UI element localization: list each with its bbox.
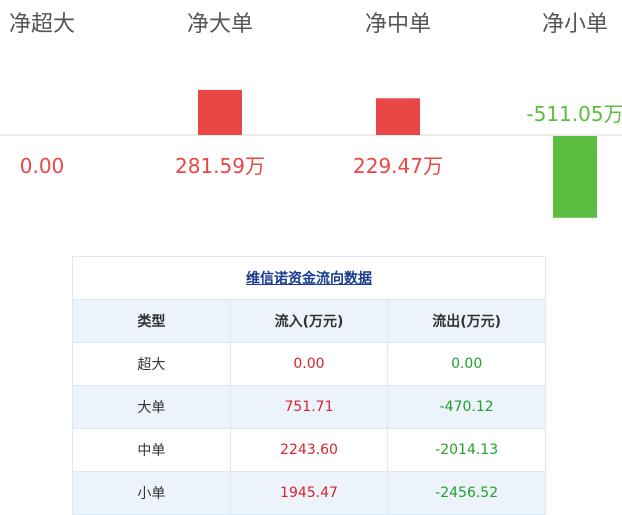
bar-2 <box>198 89 242 135</box>
category-label: 净大单 <box>187 12 253 37</box>
category-label: 净中单 <box>365 12 431 37</box>
value-label: -511.05万 <box>526 102 622 126</box>
row-inflow: 2243.60 <box>229 428 389 472</box>
row-outflow: -2014.13 <box>387 428 546 472</box>
header-outflow: 流出(万元) <box>387 299 546 343</box>
table-caption: 维信诺资金流向数据 <box>72 256 546 300</box>
table-row: 小单 1945.47 -2456.52 <box>72 471 546 515</box>
row-outflow: 0.00 <box>387 342 546 386</box>
table-title-link[interactable]: 维信诺资金流向数据 <box>246 271 372 287</box>
row-type: 大单 <box>72 385 231 429</box>
net-flow-chart: 净超大 0.00 净大单 281.59万 净中单 229.47万 净小单 -511.05万 <box>0 12 622 218</box>
table-row: 超大 0.00 0.00 <box>72 342 546 386</box>
row-type: 小单 <box>72 471 231 515</box>
table-header-row: 类型 流入(万元) 流出(万元) <box>72 299 546 343</box>
row-outflow: -2456.52 <box>387 471 546 515</box>
value-label: 281.59万 <box>175 154 265 178</box>
row-inflow: 0.00 <box>229 342 389 386</box>
category-label: 净小单 <box>542 12 608 37</box>
row-inflow: 1945.47 <box>229 471 389 515</box>
row-outflow: -470.12 <box>387 385 546 429</box>
row-inflow: 751.71 <box>229 385 389 429</box>
table-row: 中单 2243.60 -2014.13 <box>72 428 546 472</box>
fund-flow-table: 维信诺资金流向数据 类型 流入(万元) 流出(万元) 超大 0.00 0.00 … <box>72 256 546 515</box>
table-caption-row: 维信诺资金流向数据 <box>72 256 546 300</box>
row-type: 超大 <box>72 342 231 386</box>
table-row: 大单 751.71 -470.12 <box>72 385 546 429</box>
bar-4 <box>553 136 597 218</box>
value-label: 0.00 <box>20 154 65 178</box>
value-label: 229.47万 <box>353 154 443 178</box>
bar-3 <box>376 98 420 135</box>
header-inflow: 流入(万元) <box>229 299 389 343</box>
row-type: 中单 <box>72 428 231 472</box>
header-type: 类型 <box>72 299 231 343</box>
category-label: 净超大 <box>9 12 75 37</box>
